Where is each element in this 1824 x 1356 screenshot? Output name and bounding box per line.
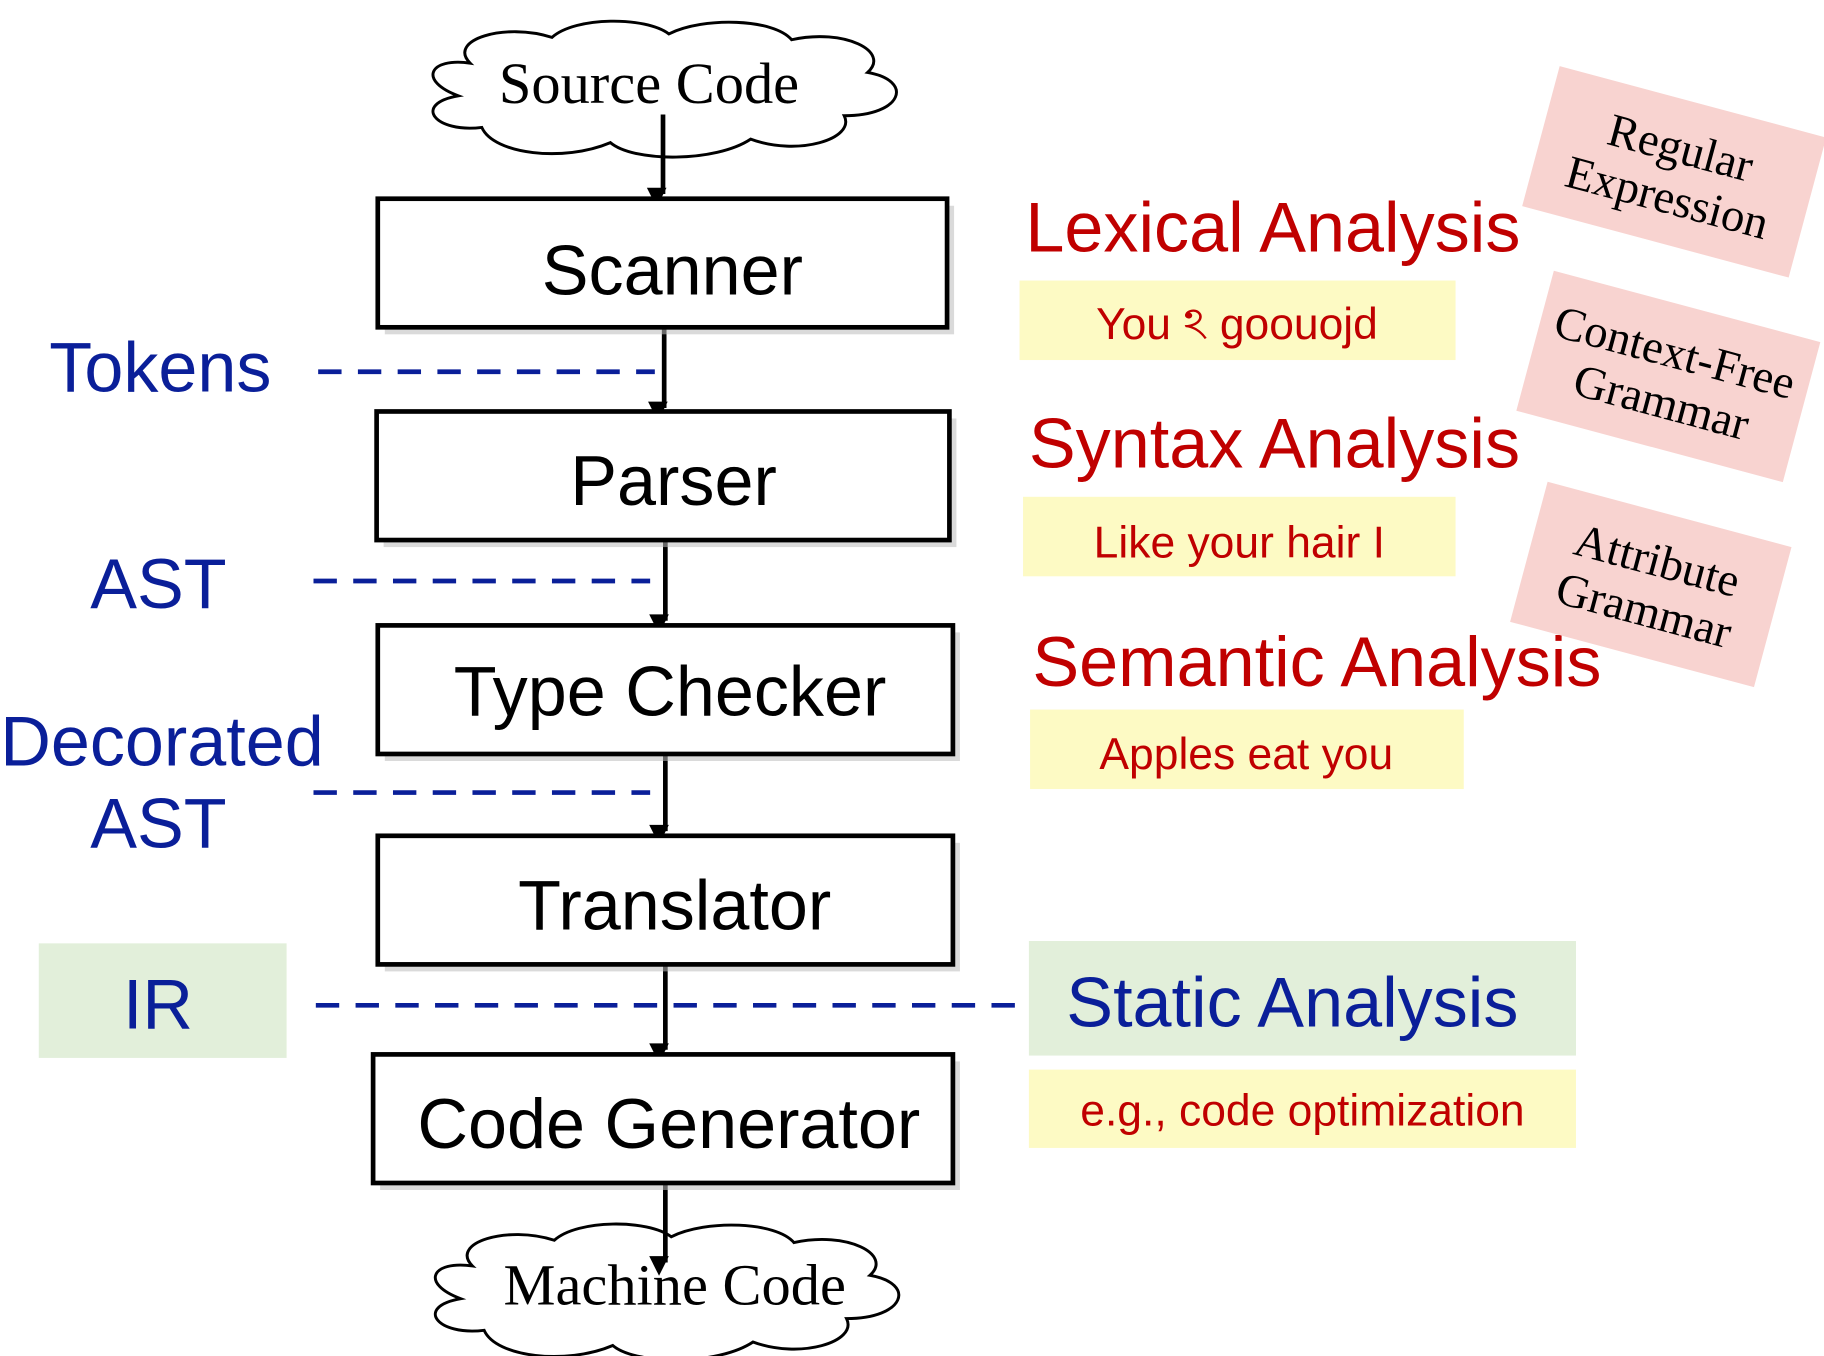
stage-label: Code Generator <box>417 1085 920 1163</box>
stage-label: Translator <box>518 866 831 944</box>
decorated-label: Decorated <box>0 703 324 781</box>
lexical-example: You ঽ goouojd <box>1096 300 1378 349</box>
semantic-example: Apples eat you <box>1099 730 1393 779</box>
static-analysis-title: Static Analysis <box>1066 963 1518 1041</box>
syntax-example: Like your hair I <box>1094 519 1385 568</box>
formalism-context-free-grammar: Context-Free Grammar <box>1516 270 1821 483</box>
syntax-analysis-title: Syntax Analysis <box>1029 405 1520 483</box>
stage-scanner: Scanner <box>375 196 955 335</box>
decorated-ast-label: AST <box>90 784 226 862</box>
stage-label: Parser <box>570 442 777 520</box>
stage-label: Type Checker <box>454 652 887 730</box>
machine-code-label: Machine Code <box>503 1253 845 1318</box>
static-example: e.g., code optimization <box>1080 1087 1524 1136</box>
stage-code-generator: Code Generator <box>370 1052 960 1191</box>
compiler-pipeline-diagram: Source Code Scanner Parser Type Checker … <box>0 19 1824 1356</box>
source-code-label: Source Code <box>499 51 799 116</box>
stage-type-checker: Type Checker <box>375 623 960 761</box>
stage-parser: Parser <box>374 409 957 548</box>
stage-translator: Translator <box>375 833 960 972</box>
semantic-analysis-title: Semantic Analysis <box>1032 623 1601 701</box>
stage-label: Scanner <box>542 232 803 310</box>
tokens-label: Tokens <box>49 329 271 407</box>
ir-label: IR <box>123 966 193 1044</box>
formalism-regular-expression: Regular Expression <box>1522 66 1824 278</box>
ast-label: AST <box>90 545 226 623</box>
lexical-analysis-title: Lexical Analysis <box>1025 188 1520 266</box>
